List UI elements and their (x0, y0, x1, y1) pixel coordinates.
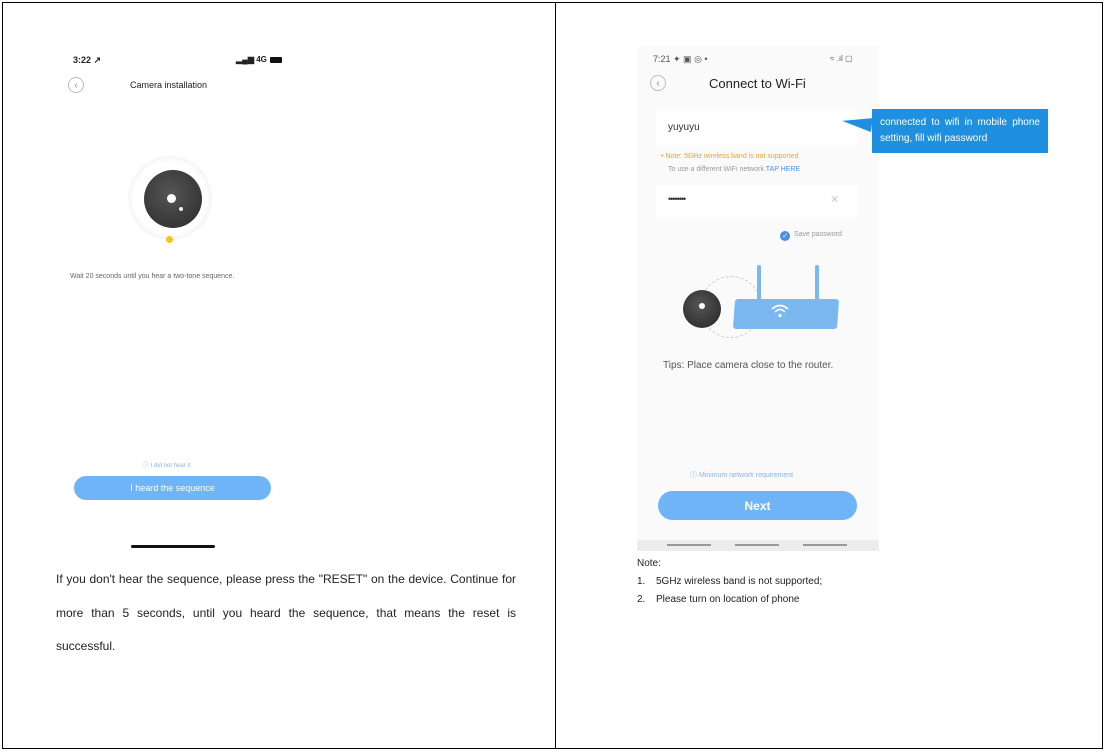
battery-icon (269, 56, 282, 63)
note-item: 1. 5GHz wireless band is not supported; (637, 576, 822, 587)
save-password-label: Save password (794, 231, 842, 238)
different-network-note: To use a different WiFi network TAP HERE (668, 166, 800, 173)
different-network-text: To use a different WiFi network (668, 166, 766, 173)
chevron-left-icon: ‹ (656, 77, 660, 89)
router-antenna-right (815, 265, 819, 303)
signal-icon: ▂▄▆ 4G (236, 55, 267, 64)
home-indicator (131, 545, 215, 548)
back-button[interactable]: ‹ (68, 77, 84, 93)
router-tip: Tips: Place camera close to the router. (663, 360, 834, 371)
note-number: 1. (637, 576, 646, 587)
note-heading: Note: (637, 558, 661, 569)
checkmark-icon[interactable]: ✓ (780, 231, 790, 241)
clear-icon[interactable]: ✕ (830, 193, 839, 206)
status-time: 3:22 ↗ (73, 55, 102, 65)
wait-instruction: Wait 20 seconds until you hear a two-ton… (70, 273, 235, 280)
heard-sequence-button[interactable]: I heard the sequence (74, 476, 271, 500)
note-text: Please turn on location of phone (656, 594, 800, 605)
status-icons: ≈ .ıl ▢ (830, 54, 853, 63)
note-text: 5GHz wireless band is not supported; (656, 576, 823, 587)
column-divider (555, 2, 556, 749)
camera-illustration (128, 156, 212, 243)
camera-sensor (179, 207, 183, 211)
nav-home-icon[interactable] (735, 544, 779, 546)
nav-back-icon[interactable] (803, 544, 847, 546)
status-led-icon (166, 236, 173, 243)
wifi-ssid-value: yuyuyu (668, 122, 700, 133)
next-button[interactable]: Next (658, 491, 857, 520)
password-value: •••••••• (668, 194, 686, 204)
camera-lens (167, 194, 176, 203)
page-title: Connect to Wi-Fi (709, 76, 806, 91)
band-warning: • Note: 5GHz wireless band is not suppor… (661, 153, 799, 160)
tap-here-link[interactable]: TAP HERE (766, 166, 800, 173)
back-button[interactable]: ‹ (650, 75, 666, 91)
wifi-icon (771, 304, 789, 318)
status-time: 7:21 ✦ ▣ ◎ • (653, 54, 708, 64)
chevron-left-icon: ‹ (74, 79, 78, 91)
note-item: 2. Please turn on location of phone (637, 594, 799, 605)
did-not-hear-link[interactable]: ⓘ I did not hear it (143, 460, 190, 469)
status-signal: ▂▄▆ 4G (236, 55, 282, 64)
camera-illustration (683, 290, 721, 328)
camera-body (144, 170, 202, 228)
wifi-password-field[interactable] (656, 185, 858, 217)
reset-instructions: If you don't hear the sequence, please p… (56, 572, 516, 653)
nav-menu-icon[interactable] (667, 544, 711, 546)
note-number: 2. (637, 594, 646, 605)
min-requirement-link[interactable]: ⓘ Minimum network requirement (690, 470, 793, 480)
page-title: Camera installation (130, 80, 208, 90)
camera-lens (699, 303, 705, 309)
callout-box: connected to wifi in mobile phone settin… (872, 109, 1048, 153)
router-antenna-left (757, 265, 761, 303)
